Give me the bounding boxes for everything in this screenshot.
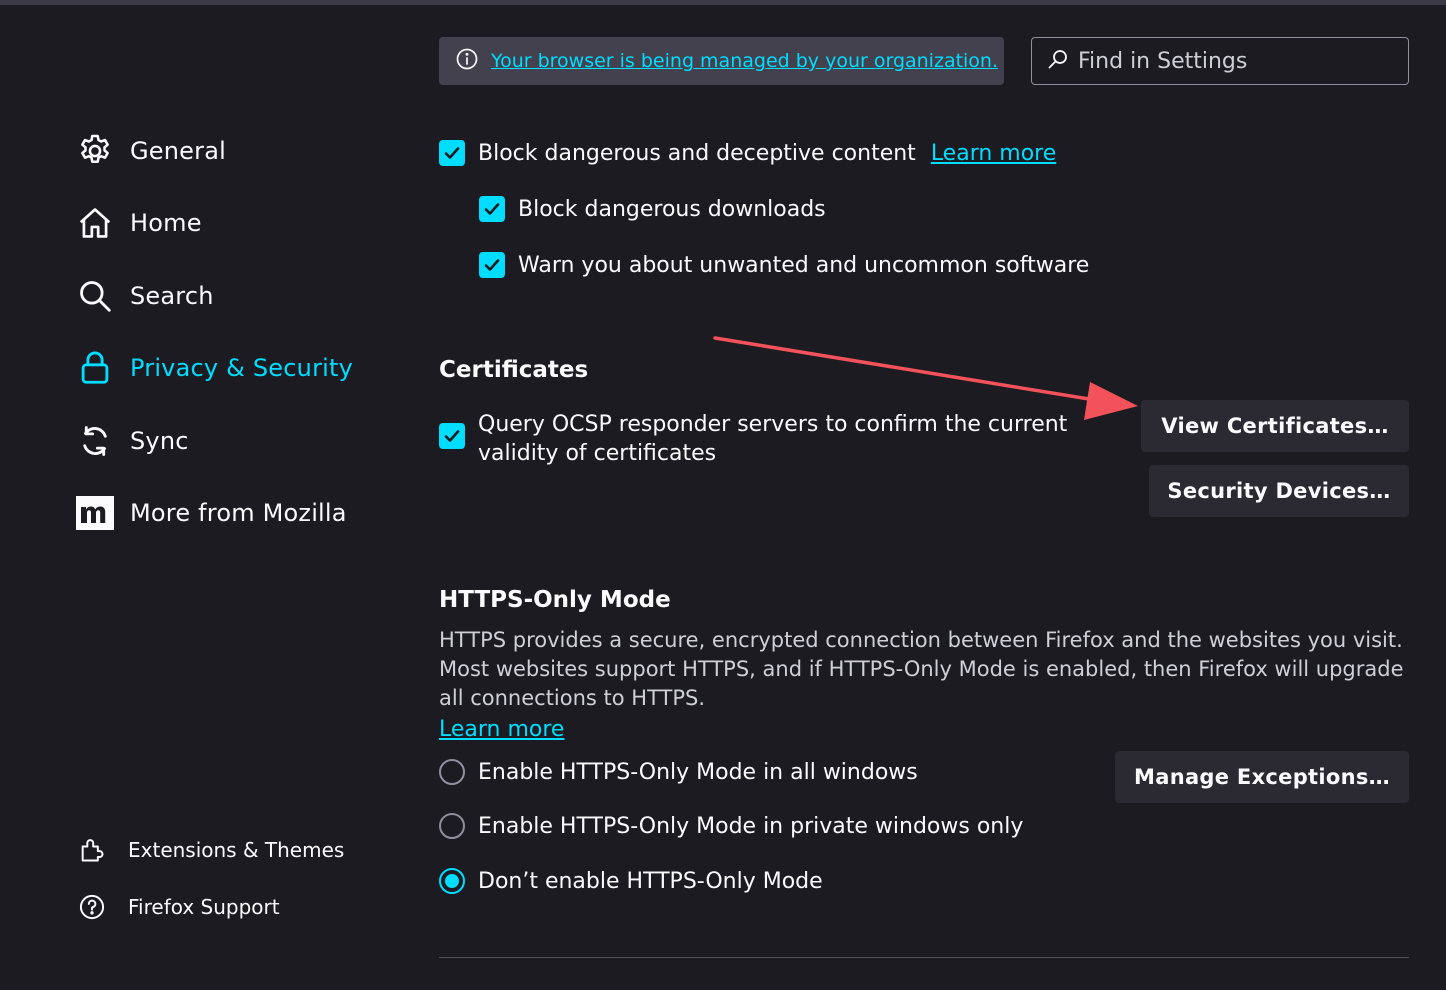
managed-banner: Your browser is being managed by your or… xyxy=(439,37,1004,85)
view-certificates-button[interactable]: View Certificates… xyxy=(1141,400,1409,452)
block-deceptive-content-label: Block dangerous and deceptive content xyxy=(478,140,916,166)
certificates-heading: Certificates xyxy=(439,357,589,383)
sync-icon xyxy=(76,422,114,460)
block-downloads-label: Block dangerous downloads xyxy=(518,196,826,222)
sidebar-item-label: Extensions & Themes xyxy=(128,838,345,862)
radio-label: Enable HTTPS-Only Mode in all windows xyxy=(478,759,918,785)
home-icon xyxy=(76,204,114,242)
puzzle-icon xyxy=(78,836,106,864)
sidebar-item-label: General xyxy=(130,137,226,165)
search-input[interactable] xyxy=(1078,48,1388,74)
lock-icon xyxy=(76,349,114,387)
radio-label: Don’t enable HTTPS-Only Mode xyxy=(478,868,823,894)
https-option-all-windows[interactable]: Enable HTTPS-Only Mode in all windows xyxy=(439,759,918,785)
https-option-private-windows[interactable]: Enable HTTPS-Only Mode in private window… xyxy=(439,813,1023,839)
block-downloads-checkbox[interactable] xyxy=(479,196,505,222)
block-deceptive-content-checkbox[interactable] xyxy=(439,140,465,166)
manage-exceptions-button[interactable]: Manage Exceptions… xyxy=(1115,751,1409,803)
help-icon xyxy=(78,893,106,921)
deceptive-learn-more-link[interactable]: Learn more xyxy=(931,141,1056,166)
sidebar-item-sync[interactable]: Sync xyxy=(76,419,189,463)
warn-unwanted-software-row: Warn you about unwanted and uncommon sof… xyxy=(479,252,1089,278)
https-all-windows-radio[interactable] xyxy=(439,759,465,785)
mozilla-icon xyxy=(76,494,114,532)
sidebar-item-label: Search xyxy=(130,282,214,310)
https-option-dont-enable[interactable]: Don’t enable HTTPS-Only Mode xyxy=(439,868,823,894)
sidebar-item-general[interactable]: General xyxy=(76,129,226,173)
radio-label: Enable HTTPS-Only Mode in private window… xyxy=(478,813,1024,839)
sidebar-item-search[interactable]: Search xyxy=(76,274,214,318)
info-icon xyxy=(455,47,479,75)
gear-icon xyxy=(76,132,114,170)
ocsp-checkbox[interactable] xyxy=(439,423,465,449)
search-icon xyxy=(1046,47,1070,75)
sidebar-item-label: Sync xyxy=(130,427,189,455)
sidebar-item-home[interactable]: Home xyxy=(76,201,202,245)
window-top-border xyxy=(0,0,1446,5)
sidebar-item-label: Privacy & Security xyxy=(130,354,354,382)
section-divider xyxy=(439,957,1409,958)
annotation-arrow xyxy=(713,336,1138,420)
sidebar-item-label: Firefox Support xyxy=(128,895,280,919)
sidebar-item-privacy-security[interactable]: Privacy & Security xyxy=(76,346,353,390)
block-downloads-row: Block dangerous downloads xyxy=(479,196,826,222)
sidebar-item-label: More from Mozilla xyxy=(130,499,347,527)
settings-search-box[interactable] xyxy=(1031,37,1409,85)
security-devices-button[interactable]: Security Devices… xyxy=(1149,465,1409,517)
https-only-heading: HTTPS-Only Mode xyxy=(439,587,671,613)
sidebar-item-more-from-mozilla[interactable]: More from Mozilla xyxy=(76,491,347,535)
https-only-description: HTTPS provides a secure, encrypted conne… xyxy=(439,628,1404,710)
https-private-windows-radio[interactable] xyxy=(439,813,465,839)
warn-unwanted-software-checkbox[interactable] xyxy=(479,252,505,278)
warn-unwanted-software-label: Warn you about unwanted and uncommon sof… xyxy=(518,252,1090,278)
search-icon xyxy=(76,277,114,315)
https-only-learn-more-link[interactable]: Learn more xyxy=(439,717,564,742)
sidebar-item-label: Home xyxy=(130,209,202,237)
managed-policies-link[interactable]: Your browser is being managed by your or… xyxy=(491,50,998,72)
sidebar-item-extensions-themes[interactable]: Extensions & Themes xyxy=(78,833,344,867)
sidebar-item-firefox-support[interactable]: Firefox Support xyxy=(78,890,280,924)
ocsp-label-line2: validity of certificates xyxy=(478,441,717,466)
block-deceptive-content-row: Block dangerous and deceptive content Le… xyxy=(439,140,1056,166)
https-dont-enable-radio[interactable] xyxy=(439,868,465,894)
